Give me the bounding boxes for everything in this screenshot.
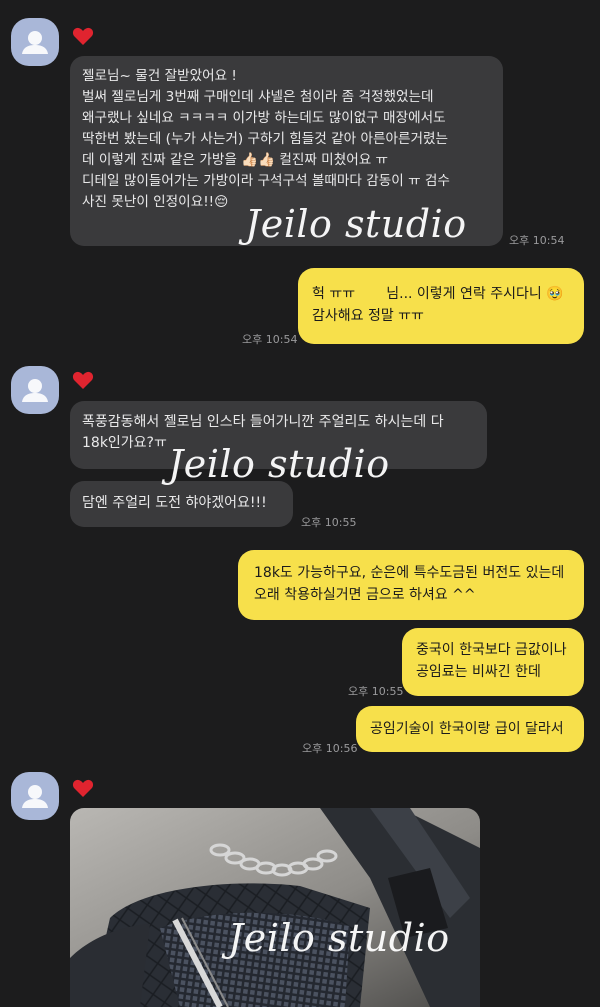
red-heart-icon: [72, 779, 94, 797]
photo-message[interactable]: [70, 808, 480, 1007]
message-bubble-received[interactable]: 담엔 주얼리 도전 햐야겠어요!!!: [70, 481, 293, 527]
message-timestamp: 오후 10:54: [242, 333, 298, 346]
message-bubble-sent[interactable]: 공임기술이 한국이랑 급이 달라서: [356, 706, 584, 752]
watermark-text: Jeilo studio: [168, 442, 390, 486]
default-profile-icon: [22, 785, 48, 808]
message-timestamp: 오후 10:55: [348, 685, 404, 698]
watermark-text: Jeilo studio: [228, 916, 450, 960]
message-bubble-sent[interactable]: 18k도 가능하구요, 순은에 특수도금된 버전도 있는데 오래 착용하실거면 …: [238, 550, 584, 620]
default-profile-icon: [22, 31, 48, 54]
message-bubble-sent[interactable]: 헉 ㅠㅠ 님... 이렇게 연락 주시다니 🥹 감사해요 정말 ㅠㅠ: [298, 268, 584, 344]
default-profile-icon: [22, 379, 48, 402]
chat-screen: 젤로님~ 물건 잘받았어요 ! 벌써 젤로님게 3번째 구매인데 샤넬은 첨이라…: [0, 0, 600, 1007]
message-bubble-sent[interactable]: 중국이 한국보다 금값이나 공임료는 비싸긴 한데: [402, 628, 584, 696]
sender-avatar[interactable]: [11, 18, 59, 66]
red-heart-icon: [72, 371, 94, 389]
message-timestamp: 오후 10:55: [301, 516, 357, 529]
watermark-text: Jeilo studio: [245, 202, 467, 246]
sender-avatar[interactable]: [11, 772, 59, 820]
handbag-photo: [70, 808, 480, 1007]
red-heart-icon: [72, 27, 94, 45]
message-timestamp: 오후 10:54: [509, 234, 565, 247]
sender-avatar[interactable]: [11, 366, 59, 414]
message-timestamp: 오후 10:56: [302, 742, 358, 755]
